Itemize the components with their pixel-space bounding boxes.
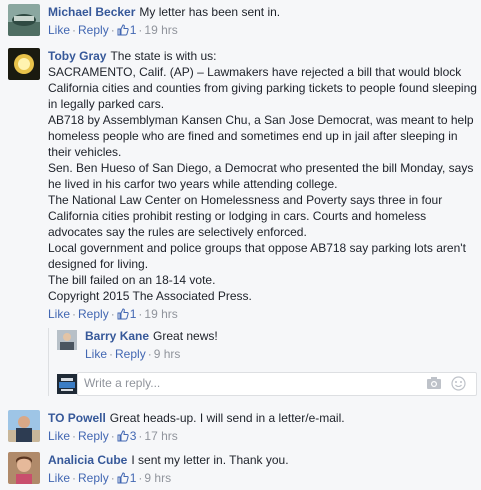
reply-link[interactable]: Reply	[78, 429, 109, 443]
comment-text: My letter has been sent in.	[139, 5, 281, 19]
like-link[interactable]: Like	[48, 307, 70, 321]
thumbs-up-icon	[117, 472, 129, 488]
timestamp[interactable]: 9 hrs	[144, 471, 171, 485]
reply-link[interactable]: Reply	[78, 307, 109, 321]
timestamp[interactable]: 17 hrs	[144, 429, 177, 443]
comment-to-powell: TO Powell Great heads-up. I will send in …	[8, 410, 477, 446]
thumbs-up-icon	[117, 24, 129, 40]
comment-paragraph: Copyright 2015 The Associated Press.	[48, 289, 252, 303]
comment-michael-becker: Michael Becker My letter has been sent in…	[8, 4, 477, 40]
like-count[interactable]: 3	[117, 429, 136, 446]
camera-icon[interactable]	[426, 376, 442, 393]
like-link[interactable]: Like	[48, 429, 70, 443]
like-link[interactable]: Like	[85, 347, 107, 361]
avatar[interactable]	[8, 4, 40, 36]
comment-text: I sent my letter in. Thank you.	[131, 453, 289, 467]
comment-author[interactable]: TO Powell	[48, 411, 106, 425]
like-link[interactable]: Like	[48, 23, 70, 37]
like-count[interactable]: 1	[117, 23, 136, 40]
comment-actions: Like · Reply · 1 · 19 hrs	[48, 22, 477, 40]
timestamp[interactable]: 9 hrs	[154, 347, 181, 361]
comment-analicia-cube: Analicia Cube I sent my letter in. Thank …	[8, 452, 477, 488]
reply-actions: Like · Reply · 9 hrs	[85, 347, 181, 361]
like-count[interactable]: 1	[117, 471, 136, 488]
comment-author[interactable]: Michael Becker	[48, 5, 135, 19]
timestamp[interactable]: 19 hrs	[144, 307, 177, 321]
reply-link[interactable]: Reply	[115, 347, 146, 361]
reply-author[interactable]: Barry Kane	[85, 329, 149, 343]
timestamp[interactable]: 19 hrs	[144, 23, 177, 37]
avatar[interactable]	[8, 452, 40, 484]
comment-paragraph: Local government and police groups that …	[48, 241, 466, 271]
reply-link[interactable]: Reply	[78, 23, 109, 37]
like-link[interactable]: Like	[48, 471, 70, 485]
comment-actions: Like · Reply · 1 · 19 hrs	[48, 306, 477, 324]
reply-box	[77, 372, 477, 396]
reply-thread: Barry Kane Great news! Like · Reply · 9 hrs	[48, 328, 477, 396]
avatar[interactable]	[8, 48, 40, 80]
comment-author[interactable]: Analicia Cube	[48, 453, 127, 467]
comment-actions: Like · Reply · 1 · 9 hrs	[48, 470, 477, 488]
comment-text: The state is with us:	[110, 49, 217, 63]
current-user-avatar	[57, 374, 77, 394]
reply-link[interactable]: Reply	[78, 471, 109, 485]
comment-toby-gray: Toby Gray The state is with us: SACRAMENT…	[8, 48, 477, 324]
comment-paragraph: The National Law Center on Homelessness …	[48, 193, 443, 239]
comment-paragraph: Sen. Ben Hueso of San Diego, a Democrat …	[48, 161, 474, 191]
reply-barry-kane: Barry Kane Great news! Like · Reply · 9 hrs	[85, 328, 477, 362]
comment-actions: Like · Reply · 3 · 17 hrs	[48, 428, 477, 446]
emoji-icon[interactable]	[451, 376, 466, 394]
reply-text: Great news!	[153, 329, 218, 343]
avatar[interactable]	[8, 410, 40, 442]
thumbs-up-icon	[117, 308, 129, 324]
avatar[interactable]	[57, 330, 77, 350]
comment-author[interactable]: Toby Gray	[48, 49, 106, 63]
thumbs-up-icon	[117, 430, 129, 446]
like-count[interactable]: 1	[117, 307, 136, 324]
comment-paragraph: The bill failed on an 18-14 vote.	[48, 273, 216, 287]
comment-text: Great heads-up. I will send in a letter/…	[109, 411, 345, 425]
write-reply-input[interactable]	[78, 373, 378, 393]
comment-paragraph: AB718 by Assemblyman Kansen Chu, a San J…	[48, 113, 474, 159]
comment-paragraph: SACRAMENTO, Calif. (AP) – Lawmakers have…	[48, 65, 477, 111]
